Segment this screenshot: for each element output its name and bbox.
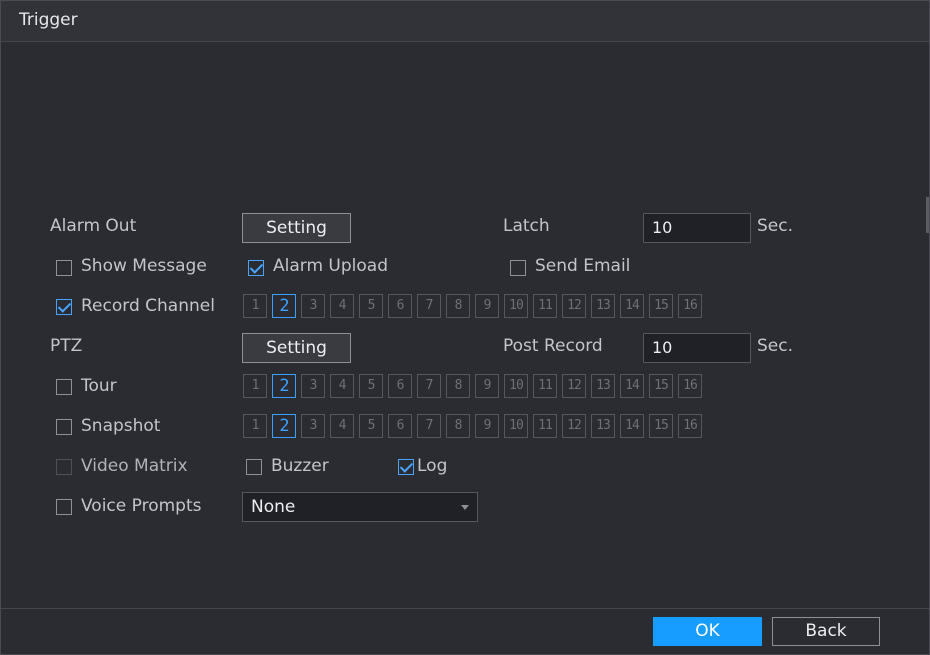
channel-5-button[interactable]: 5 xyxy=(359,414,383,438)
voice-prompts-selected-value: None xyxy=(251,497,296,517)
snapshot-checkbox[interactable] xyxy=(56,419,72,435)
channel-12-button[interactable]: 12 xyxy=(562,374,586,398)
tour-label: Tour xyxy=(81,376,117,396)
ptz-setting-button[interactable]: Setting xyxy=(242,333,351,363)
channel-12-button[interactable]: 12 xyxy=(562,294,586,318)
channel-9-button[interactable]: 9 xyxy=(475,294,499,318)
channel-9-button[interactable]: 9 xyxy=(475,414,499,438)
channel-6-button[interactable]: 6 xyxy=(388,374,412,398)
channel-1-button[interactable]: 1 xyxy=(243,294,267,318)
channel-6-button[interactable]: 6 xyxy=(388,414,412,438)
channel-11-button[interactable]: 11 xyxy=(533,294,557,318)
ptz-label: PTZ xyxy=(50,336,83,356)
channel-7-button[interactable]: 7 xyxy=(417,294,441,318)
alarm-out-setting-button[interactable]: Setting xyxy=(242,213,351,243)
channel-14-button[interactable]: 14 xyxy=(620,294,644,318)
channel-2-button[interactable]: 2 xyxy=(272,414,296,438)
channel-7-button[interactable]: 7 xyxy=(417,414,441,438)
channel-16-button[interactable]: 16 xyxy=(678,414,702,438)
alarm-upload-checkbox[interactable] xyxy=(248,260,264,276)
channel-4-button[interactable]: 4 xyxy=(330,414,354,438)
latch-unit-label: Sec. xyxy=(757,216,794,236)
dialog-title: Trigger xyxy=(19,10,78,30)
channel-7-button[interactable]: 7 xyxy=(417,374,441,398)
channel-15-button[interactable]: 15 xyxy=(649,414,673,438)
channel-12-button[interactable]: 12 xyxy=(562,414,586,438)
channel-3-button[interactable]: 3 xyxy=(301,374,325,398)
video-matrix-label: Video Matrix xyxy=(81,456,188,476)
post-record-input[interactable]: 10 xyxy=(643,333,751,363)
channel-14-button[interactable]: 14 xyxy=(620,374,644,398)
post-record-label: Post Record xyxy=(503,336,603,356)
channel-4-button[interactable]: 4 xyxy=(330,374,354,398)
latch-input[interactable]: 10 xyxy=(643,213,751,243)
log-checkbox[interactable] xyxy=(398,459,414,475)
channel-5-button[interactable]: 5 xyxy=(359,374,383,398)
channel-3-button[interactable]: 3 xyxy=(301,294,325,318)
channel-5-button[interactable]: 5 xyxy=(359,294,383,318)
scrollbar-thumb[interactable] xyxy=(926,197,929,233)
channel-16-button[interactable]: 16 xyxy=(678,374,702,398)
channel-13-button[interactable]: 13 xyxy=(591,374,615,398)
channel-14-button[interactable]: 14 xyxy=(620,414,644,438)
latch-label: Latch xyxy=(503,216,550,236)
voice-prompts-label: Voice Prompts xyxy=(81,496,202,516)
alarm-upload-label: Alarm Upload xyxy=(273,256,388,276)
ok-button[interactable]: OK xyxy=(653,617,762,646)
channel-9-button[interactable]: 9 xyxy=(475,374,499,398)
show-message-checkbox[interactable] xyxy=(56,260,72,276)
voice-prompts-checkbox[interactable] xyxy=(56,499,72,515)
snapshot-channel-selector: 1 2 3 4 5 6 7 8 9 10 11 12 13 14 15 16 xyxy=(243,414,707,438)
dropdown-arrow-icon xyxy=(461,505,469,510)
record-channel-label: Record Channel xyxy=(81,296,215,316)
channel-1-button[interactable]: 1 xyxy=(243,414,267,438)
channel-13-button[interactable]: 13 xyxy=(591,414,615,438)
post-record-unit-label: Sec. xyxy=(757,336,794,356)
channel-3-button[interactable]: 3 xyxy=(301,414,325,438)
channel-10-button[interactable]: 10 xyxy=(504,294,528,318)
channel-6-button[interactable]: 6 xyxy=(388,294,412,318)
channel-2-button[interactable]: 2 xyxy=(272,294,296,318)
voice-prompts-select[interactable]: None xyxy=(242,492,478,522)
video-matrix-checkbox xyxy=(56,459,72,475)
send-email-label: Send Email xyxy=(535,256,631,276)
channel-15-button[interactable]: 15 xyxy=(649,294,673,318)
channel-2-button[interactable]: 2 xyxy=(272,374,296,398)
snapshot-label: Snapshot xyxy=(81,416,161,436)
title-bar: Trigger xyxy=(1,1,929,42)
tour-checkbox[interactable] xyxy=(56,379,72,395)
record-channel-checkbox[interactable] xyxy=(56,299,72,315)
tour-channel-selector: 1 2 3 4 5 6 7 8 9 10 11 12 13 14 15 16 xyxy=(243,374,707,398)
show-message-label: Show Message xyxy=(81,256,207,276)
channel-11-button[interactable]: 11 xyxy=(533,374,557,398)
channel-13-button[interactable]: 13 xyxy=(591,294,615,318)
send-email-checkbox[interactable] xyxy=(510,260,526,276)
buzzer-label: Buzzer xyxy=(271,456,329,476)
log-label: Log xyxy=(417,456,448,476)
record-channel-selector: 1 2 3 4 5 6 7 8 9 10 11 12 13 14 15 16 xyxy=(243,294,707,318)
back-button[interactable]: Back xyxy=(772,617,880,646)
channel-10-button[interactable]: 10 xyxy=(504,414,528,438)
channel-1-button[interactable]: 1 xyxy=(243,374,267,398)
channel-11-button[interactable]: 11 xyxy=(533,414,557,438)
channel-10-button[interactable]: 10 xyxy=(504,374,528,398)
buzzer-checkbox[interactable] xyxy=(246,459,262,475)
channel-4-button[interactable]: 4 xyxy=(330,294,354,318)
trigger-dialog: Trigger Alarm Out Setting Latch 10 Sec. … xyxy=(0,0,930,655)
channel-8-button[interactable]: 8 xyxy=(446,294,470,318)
channel-15-button[interactable]: 15 xyxy=(649,374,673,398)
channel-16-button[interactable]: 16 xyxy=(678,294,702,318)
channel-8-button[interactable]: 8 xyxy=(446,414,470,438)
alarm-out-label: Alarm Out xyxy=(50,216,137,236)
channel-8-button[interactable]: 8 xyxy=(446,374,470,398)
